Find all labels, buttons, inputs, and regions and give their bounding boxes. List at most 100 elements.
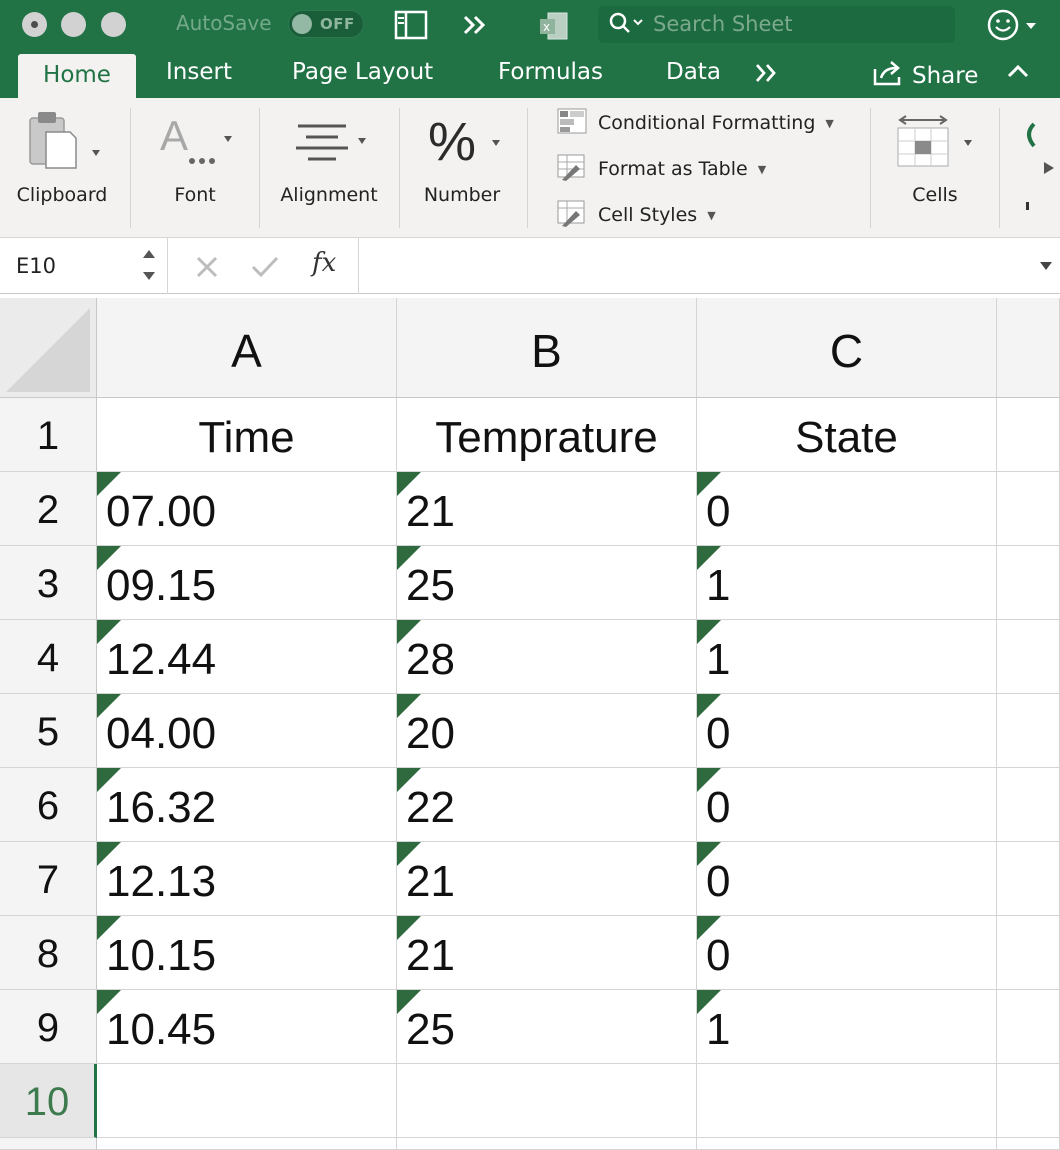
cell-b3[interactable]: 25	[397, 546, 697, 620]
cell-b7[interactable]: 21	[397, 842, 697, 916]
cell-c10[interactable]	[697, 1064, 997, 1138]
cell-d8[interactable]	[997, 916, 1060, 990]
tab-formulas[interactable]: Formulas	[498, 59, 603, 85]
cell-a5[interactable]: 04.00	[97, 694, 397, 768]
cell-d6[interactable]	[997, 768, 1060, 842]
cell-c8[interactable]: 0	[697, 916, 997, 990]
column-header-d[interactable]	[997, 298, 1060, 398]
name-box[interactable]: E10	[0, 238, 168, 294]
title-bar: AutoSave OFF x Search Sheet	[0, 0, 1060, 50]
cell-b5[interactable]: 20	[397, 694, 697, 768]
row-header-selected[interactable]: 10	[0, 1064, 97, 1138]
cell-c7[interactable]: 0	[697, 842, 997, 916]
cell-d1[interactable]	[997, 398, 1060, 472]
tab-page-layout[interactable]: Page Layout	[292, 59, 433, 85]
cell-a7[interactable]: 12.13	[97, 842, 397, 916]
format-as-table-button[interactable]: Format as Table ▼	[556, 154, 766, 184]
more-toolbar-icon[interactable]	[462, 10, 488, 44]
number-group[interactable]: % Number	[402, 98, 522, 238]
cell-a3[interactable]: 09.15	[97, 546, 397, 620]
cell-b4[interactable]: 28	[397, 620, 697, 694]
column-header-c[interactable]: C	[697, 298, 997, 398]
row-header[interactable]: 9	[0, 990, 97, 1064]
worksheet-grid[interactable]: A B C 1 2 3 4 5 6 7 8 9 10 Time Tempratu…	[0, 298, 1060, 1150]
conditional-formatting-button[interactable]: Conditional Formatting ▼	[556, 108, 834, 138]
formula-input[interactable]	[358, 238, 1018, 294]
cell-a9[interactable]: 10.45	[97, 990, 397, 1064]
cell-d4[interactable]	[997, 620, 1060, 694]
cell-c6[interactable]: 0	[697, 768, 997, 842]
insert-function-fx-icon[interactable]: fx	[312, 248, 336, 278]
cell-a4[interactable]: 12.44	[97, 620, 397, 694]
more-tabs-icon[interactable]	[754, 60, 780, 90]
cell-c5[interactable]: 0	[697, 694, 997, 768]
row-header[interactable]: 5	[0, 694, 97, 768]
cell-b1[interactable]: Temprature	[397, 398, 697, 472]
select-all-corner[interactable]	[0, 298, 97, 398]
column-header-b[interactable]: B	[397, 298, 697, 398]
row-header[interactable]: 7	[0, 842, 97, 916]
row-header[interactable]: 3	[0, 546, 97, 620]
cell-c11[interactable]	[697, 1138, 997, 1150]
cell-d9[interactable]	[997, 990, 1060, 1064]
name-box-stepper-icon[interactable]	[140, 246, 158, 288]
cell-b9[interactable]: 25	[397, 990, 697, 1064]
toggle-knob	[292, 14, 312, 34]
cell-d2[interactable]	[997, 472, 1060, 546]
cell-b8[interactable]: 21	[397, 916, 697, 990]
tab-data[interactable]: Data	[666, 59, 721, 85]
zoom-window-button[interactable]	[101, 12, 126, 37]
cell-d10[interactable]	[997, 1064, 1060, 1138]
cell-b2[interactable]: 21	[397, 472, 697, 546]
error-indicator-icon	[97, 842, 121, 866]
cell-styles-button[interactable]: Cell Styles ▼	[556, 200, 716, 230]
cell-c3[interactable]: 1	[697, 546, 997, 620]
row-header[interactable]: 6	[0, 768, 97, 842]
cell-c1[interactable]: State	[697, 398, 997, 472]
tab-insert[interactable]: Insert	[166, 59, 232, 85]
alignment-group[interactable]: Alignment	[262, 98, 396, 238]
minimize-window-button[interactable]	[61, 12, 86, 37]
cell-b10[interactable]	[397, 1064, 697, 1138]
font-group[interactable]: A Font	[136, 98, 254, 238]
error-indicator-icon	[397, 620, 421, 644]
editing-group-icon[interactable]	[1022, 120, 1060, 224]
clipboard-group[interactable]: Clipboard	[0, 98, 124, 238]
cells-group[interactable]: Cells	[874, 98, 996, 238]
sidebar-icon[interactable]	[394, 10, 428, 44]
cell-c2[interactable]: 0	[697, 472, 997, 546]
cell-d7[interactable]	[997, 842, 1060, 916]
tab-home[interactable]: Home	[18, 54, 136, 98]
collapse-ribbon-icon[interactable]	[1006, 62, 1030, 86]
cell-d3[interactable]	[997, 546, 1060, 620]
cell-a2[interactable]: 07.00	[97, 472, 397, 546]
row-header[interactable]: 8	[0, 916, 97, 990]
cell-a1[interactable]: Time	[97, 398, 397, 472]
cell-c9[interactable]: 1	[697, 990, 997, 1064]
cancel-icon[interactable]	[194, 254, 220, 284]
cell-d5[interactable]	[997, 694, 1060, 768]
cell-a6[interactable]: 16.32	[97, 768, 397, 842]
cell-c4[interactable]: 1	[697, 620, 997, 694]
row-header[interactable]: 4	[0, 620, 97, 694]
autosave-toggle[interactable]: OFF	[288, 10, 364, 38]
row-header[interactable]: 2	[0, 472, 97, 546]
error-indicator-icon	[397, 768, 421, 792]
cell-b11[interactable]	[397, 1138, 697, 1150]
autosave-state: OFF	[320, 15, 355, 33]
cell-b6[interactable]: 22	[397, 768, 697, 842]
cell-a10[interactable]	[97, 1064, 397, 1138]
cell-a8[interactable]: 10.15	[97, 916, 397, 990]
cell-d11[interactable]	[997, 1138, 1060, 1150]
row-header[interactable]	[0, 1138, 97, 1150]
expand-formula-bar-icon[interactable]	[1038, 258, 1054, 277]
column-header-a[interactable]: A	[97, 298, 397, 398]
close-window-button[interactable]	[22, 12, 47, 37]
share-button[interactable]: Share	[872, 59, 978, 93]
alignment-label: Alignment	[280, 184, 378, 206]
cell-a11[interactable]	[97, 1138, 397, 1150]
confirm-check-icon[interactable]	[250, 254, 280, 284]
feedback-smiley-icon[interactable]	[986, 8, 1042, 46]
search-sheet-input[interactable]: Search Sheet	[598, 6, 955, 43]
row-header[interactable]: 1	[0, 398, 97, 472]
